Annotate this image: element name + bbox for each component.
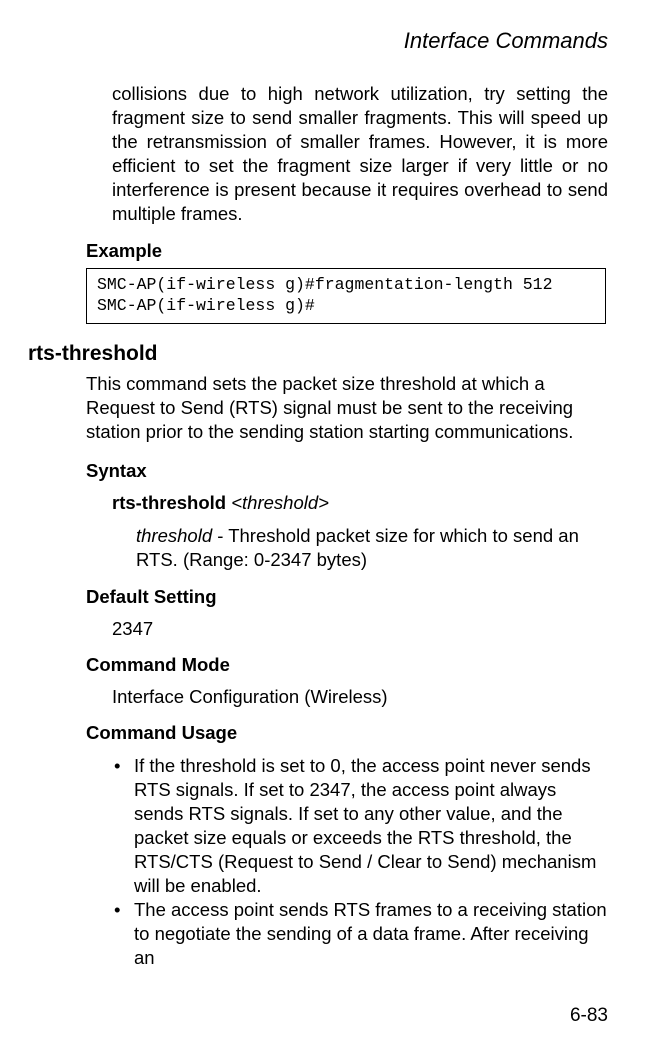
default-setting-value: 2347 — [112, 618, 608, 640]
usage-bullet-item: If the threshold is set to 0, the access… — [112, 754, 608, 898]
command-mode-label: Command Mode — [86, 654, 608, 676]
default-setting-label: Default Setting — [86, 586, 608, 608]
usage-bullet-list: If the threshold is set to 0, the access… — [112, 754, 608, 970]
example-label: Example — [86, 240, 608, 262]
syntax-arg-open: < — [231, 492, 242, 513]
page-header-title: Interface Commands — [28, 28, 608, 54]
parameter-name: threshold — [136, 525, 212, 546]
syntax-line: rts-threshold <threshold> — [112, 492, 608, 514]
syntax-arg: threshold — [242, 492, 318, 513]
command-usage-label: Command Usage — [86, 722, 608, 744]
page-number: 6-83 — [570, 1005, 608, 1027]
command-description: This command sets the packet size thresh… — [86, 372, 608, 444]
syntax-arg-close: > — [318, 492, 329, 513]
code-example-block: SMC-AP(if-wireless g)#fragmentation-leng… — [86, 268, 606, 323]
command-heading: rts-threshold — [28, 342, 608, 366]
syntax-command-name: rts-threshold — [112, 492, 226, 513]
parameter-description: threshold - Threshold packet size for wh… — [136, 524, 608, 572]
syntax-label: Syntax — [86, 460, 608, 482]
usage-bullet-item: The access point sends RTS frames to a r… — [112, 898, 608, 970]
continued-paragraph: collisions due to high network utilizati… — [112, 82, 608, 226]
command-mode-value: Interface Configuration (Wireless) — [112, 686, 608, 708]
